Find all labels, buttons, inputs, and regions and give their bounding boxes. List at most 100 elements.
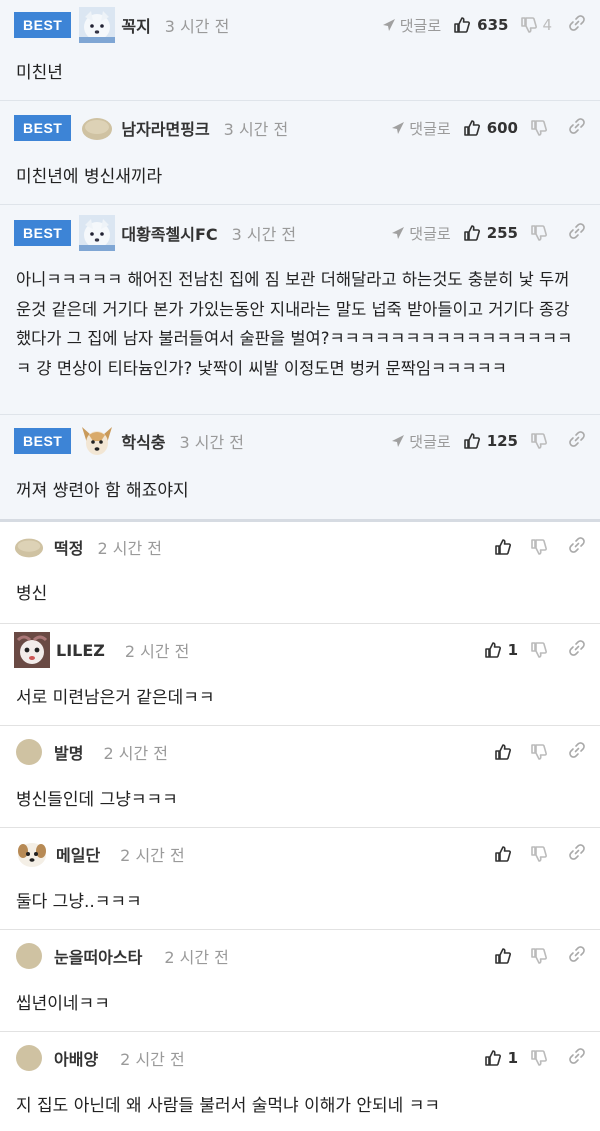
send-icon: [391, 121, 405, 135]
link-icon: [568, 741, 586, 763]
downvote-button[interactable]: [530, 119, 552, 137]
upvote-button[interactable]: [494, 845, 518, 863]
link-icon: [568, 843, 586, 865]
comment: 아배양 2 시간 전 1 지 집도 아닌데 왜 사람들 불러서 술먹냐 이해가 …: [0, 1032, 600, 1131]
comment-text: 서로 미련남은거 같은데ㅋㅋ: [16, 688, 215, 708]
nickname[interactable]: LILEZ: [56, 641, 105, 660]
link-button[interactable]: [568, 639, 586, 661]
best-comment: BEST 대황족첼시FC 3 시간 전 댓글로 255 아니ㅋㅋㅋㅋㅋ 해어진 …: [0, 205, 600, 415]
comment-text: 지 집도 아닌데 왜 사람들 불러서 술먹냐 이해가 안되네 ㅋㅋ: [16, 1096, 440, 1116]
best-comment: BEST 학식충 3 시간 전 댓글로 125 꺼져 썅련아 함 해죠야지: [0, 415, 600, 522]
best-badge: BEST: [14, 428, 72, 454]
comment-text: 미친년에 병신새끼라: [16, 167, 163, 187]
upvote-button[interactable]: [494, 538, 518, 556]
nickname[interactable]: 꼭지: [121, 13, 150, 37]
upvote-button[interactable]: [494, 743, 518, 761]
avatar[interactable]: [14, 1043, 44, 1073]
comment: 발명 2 시간 전 병신들인데 그냥ㅋㅋㅋ: [0, 726, 600, 828]
upvote-count: 255: [486, 224, 518, 242]
thumbs-up-icon: [494, 538, 512, 556]
downvote-button[interactable]: 4: [520, 16, 552, 34]
comment: LILEZ 2 시간 전 1 서로 미련남은거 같은데ㅋㅋ: [0, 624, 600, 726]
comment-actions: [482, 930, 586, 982]
upvote-button[interactable]: 600: [463, 119, 518, 137]
upvote-count: 635: [477, 16, 509, 34]
reply-button[interactable]: 댓글로: [391, 431, 451, 452]
link-button[interactable]: [568, 430, 586, 452]
link-button[interactable]: [568, 843, 586, 865]
upvote-button[interactable]: 1: [484, 641, 518, 659]
downvote-button[interactable]: [530, 947, 552, 965]
downvote-button[interactable]: [530, 743, 552, 761]
comment-text: 미친년: [16, 63, 63, 83]
best-comment: BEST 꼭지 3 시간 전 댓글로 635 4 미친년: [0, 0, 600, 101]
nickname[interactable]: 메일단: [56, 842, 100, 866]
avatar[interactable]: [79, 7, 116, 43]
link-icon: [568, 639, 586, 661]
nickname[interactable]: 대황족첼시FC: [121, 221, 217, 245]
link-button[interactable]: [568, 945, 586, 967]
avatar[interactable]: [14, 737, 44, 767]
thumbs-up-icon: [463, 224, 481, 242]
comment-list: 떡정 2 시간 전 병신 LILEZ 2 시간 전 1 서로 미련남은거 같은데…: [0, 522, 600, 1131]
link-button[interactable]: [568, 117, 586, 139]
nickname[interactable]: 아배양: [54, 1046, 98, 1070]
thumbs-down-icon: [530, 641, 548, 659]
timestamp: 3 시간 전: [231, 225, 297, 244]
reply-label: 댓글로: [409, 224, 451, 243]
reply-button[interactable]: 댓글로: [391, 118, 451, 139]
upvote-button[interactable]: 125: [463, 432, 518, 450]
downvote-button[interactable]: [530, 845, 552, 863]
avatar[interactable]: [79, 110, 115, 146]
upvote-button[interactable]: 255: [463, 224, 518, 242]
reply-label: 댓글로: [409, 432, 451, 451]
thumbs-up-icon: [494, 947, 512, 965]
send-icon: [382, 18, 396, 32]
reply-button[interactable]: 댓글로: [391, 223, 451, 244]
reply-button[interactable]: 댓글로: [382, 15, 441, 36]
avatar[interactable]: [14, 532, 44, 562]
nickname[interactable]: 남자라면핑크: [121, 116, 209, 140]
link-button[interactable]: [568, 222, 586, 244]
link-button[interactable]: [568, 536, 586, 558]
nickname[interactable]: 눈을떠아스타: [54, 944, 142, 968]
avatar[interactable]: [14, 632, 50, 668]
nickname[interactable]: 발명: [54, 740, 83, 764]
avatar[interactable]: [79, 423, 115, 459]
thumbs-up-icon: [463, 432, 481, 450]
link-icon: [568, 222, 586, 244]
link-icon: [568, 1047, 586, 1069]
downvote-button[interactable]: [530, 1049, 552, 1067]
reply-label: 댓글로: [409, 119, 451, 138]
comment-actions: [482, 828, 586, 880]
nickname[interactable]: 학식충: [121, 429, 165, 453]
upvote-button[interactable]: [494, 947, 518, 965]
avatar[interactable]: [14, 941, 44, 971]
link-button[interactable]: [568, 1047, 586, 1069]
downvote-button[interactable]: [530, 224, 552, 242]
comment-actions: 댓글로 125: [379, 415, 586, 467]
comment-text: 씹년이네ㅋㅋ: [16, 994, 110, 1014]
downvote-button[interactable]: [530, 538, 552, 556]
link-button[interactable]: [568, 14, 586, 36]
comment-text: 둘다 그냥..ㅋㅋㅋ: [16, 892, 142, 912]
downvote-button[interactable]: [530, 641, 552, 659]
thumbs-up-icon: [463, 119, 481, 137]
timestamp: 2 시간 전: [97, 539, 162, 558]
avatar[interactable]: [79, 215, 116, 251]
avatar[interactable]: [14, 836, 50, 872]
best-badge: BEST: [14, 12, 72, 38]
thumbs-up-icon: [453, 16, 471, 34]
upvote-count: 125: [486, 432, 518, 450]
upvote-button[interactable]: 1: [484, 1049, 518, 1067]
comment-actions: [482, 726, 586, 778]
thumbs-down-icon: [530, 947, 548, 965]
downvote-button[interactable]: [530, 432, 552, 450]
upvote-button[interactable]: 635: [453, 16, 508, 34]
nickname[interactable]: 떡정: [54, 535, 83, 559]
timestamp: 2 시간 전: [120, 846, 185, 865]
send-icon: [391, 434, 405, 448]
thumbs-up-icon: [484, 1049, 502, 1067]
thumbs-down-icon: [530, 538, 548, 556]
link-button[interactable]: [568, 741, 586, 763]
